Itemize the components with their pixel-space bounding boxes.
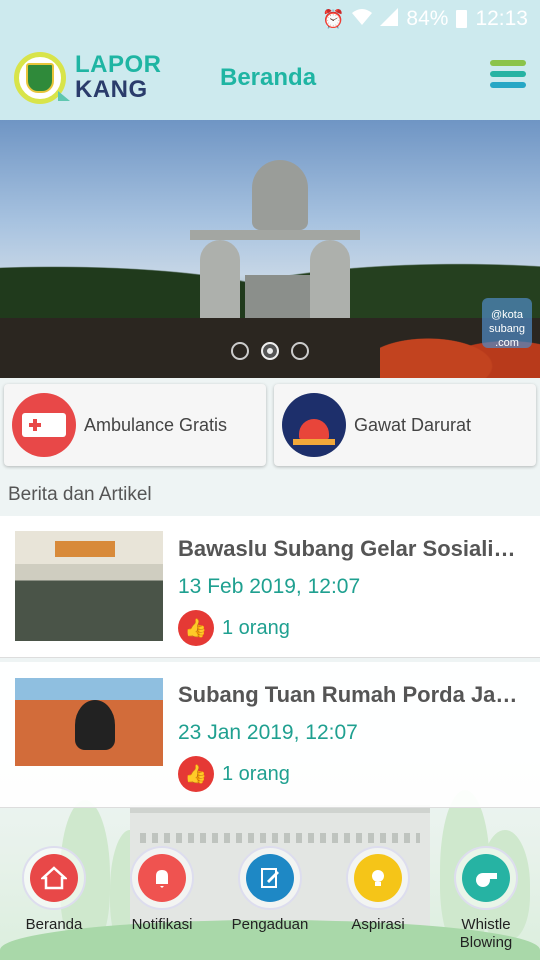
hamburger-menu-icon[interactable]	[490, 60, 526, 94]
signal-icon	[380, 7, 399, 31]
nav-pengaduan[interactable]: Pengaduan	[216, 846, 324, 960]
nav-label: Beranda	[25, 916, 83, 933]
like-count: 1 orang	[222, 616, 290, 639]
carousel-dot[interactable]	[291, 342, 309, 360]
clock: 12:13	[475, 7, 528, 30]
nav-label: Whistle Blowing	[459, 916, 513, 951]
news-thumbnail	[15, 531, 163, 641]
news-card[interactable]: Subang Tuan Rumah Porda Jawa Barat 23 Ja…	[0, 662, 540, 808]
battery-percent: 84%	[406, 7, 449, 30]
carousel-indicator	[0, 342, 540, 360]
news-title: Subang Tuan Rumah Porda Jawa Barat	[178, 682, 523, 707]
lightbulb-icon	[354, 854, 402, 902]
thumbs-up-icon[interactable]: 👍	[178, 756, 214, 792]
alarm-icon: ⏰	[321, 8, 345, 29]
news-thumbnail	[15, 678, 163, 766]
bottom-navigation: Beranda Notifikasi Pengaduan Aspirasi Wh…	[0, 846, 540, 960]
section-title: Berita dan Artikel	[8, 484, 152, 505]
page-title: Beranda	[220, 64, 317, 91]
status-bar: ⏰ 84% 12:13	[0, 0, 540, 38]
news-date: 13 Feb 2019, 12:07	[178, 575, 361, 598]
quick-action-label: Ambulance Gratis	[84, 414, 228, 435]
thumbs-up-icon[interactable]: 👍	[178, 610, 214, 646]
like-count: 1 orang	[222, 762, 290, 785]
wifi-icon	[352, 8, 373, 31]
nav-notifikasi[interactable]: Notifikasi	[108, 846, 216, 960]
nav-aspirasi[interactable]: Aspirasi	[324, 846, 432, 960]
nav-label: Aspirasi	[351, 916, 405, 933]
edit-document-icon	[246, 854, 294, 902]
whistle-icon	[462, 854, 510, 902]
subang-emblem-icon	[26, 63, 54, 93]
nav-whistle-blowing[interactable]: Whistle Blowing	[432, 846, 540, 960]
quick-action-label: Gawat Darurat	[354, 414, 472, 435]
like-info: 👍 1 orang	[178, 610, 290, 646]
app-logo[interactable]	[14, 52, 70, 104]
app-bar: LAPOR KANG Beranda	[0, 38, 540, 120]
carousel-dot-active[interactable]	[261, 342, 279, 360]
news-card[interactable]: Bawaslu Subang Gelar Sosialisasi 13 Feb …	[0, 516, 540, 658]
brand-name: LAPOR KANG	[75, 52, 162, 102]
watermark-logo: @kota subang .com	[482, 298, 532, 349]
nav-beranda[interactable]: Beranda	[0, 846, 108, 960]
home-icon	[30, 854, 78, 902]
siren-icon	[282, 393, 346, 457]
brand-line1: LAPOR	[75, 51, 162, 78]
carousel-dot[interactable]	[231, 342, 249, 360]
banner-carousel[interactable]: @kota subang .com	[0, 120, 540, 378]
news-date: 23 Jan 2019, 12:07	[178, 721, 358, 744]
ambulance-icon	[12, 393, 76, 457]
gawat-darurat-button[interactable]: Gawat Darurat	[274, 384, 536, 466]
ambulance-gratis-button[interactable]: Ambulance Gratis	[4, 384, 266, 466]
news-title: Bawaslu Subang Gelar Sosialisasi	[178, 536, 523, 561]
battery-icon	[456, 10, 468, 28]
bell-icon	[138, 854, 186, 902]
nav-label: Notifikasi	[131, 916, 193, 933]
nav-label: Pengaduan	[231, 916, 309, 933]
like-info: 👍 1 orang	[178, 756, 290, 792]
brand-line2: KANG	[75, 76, 148, 103]
